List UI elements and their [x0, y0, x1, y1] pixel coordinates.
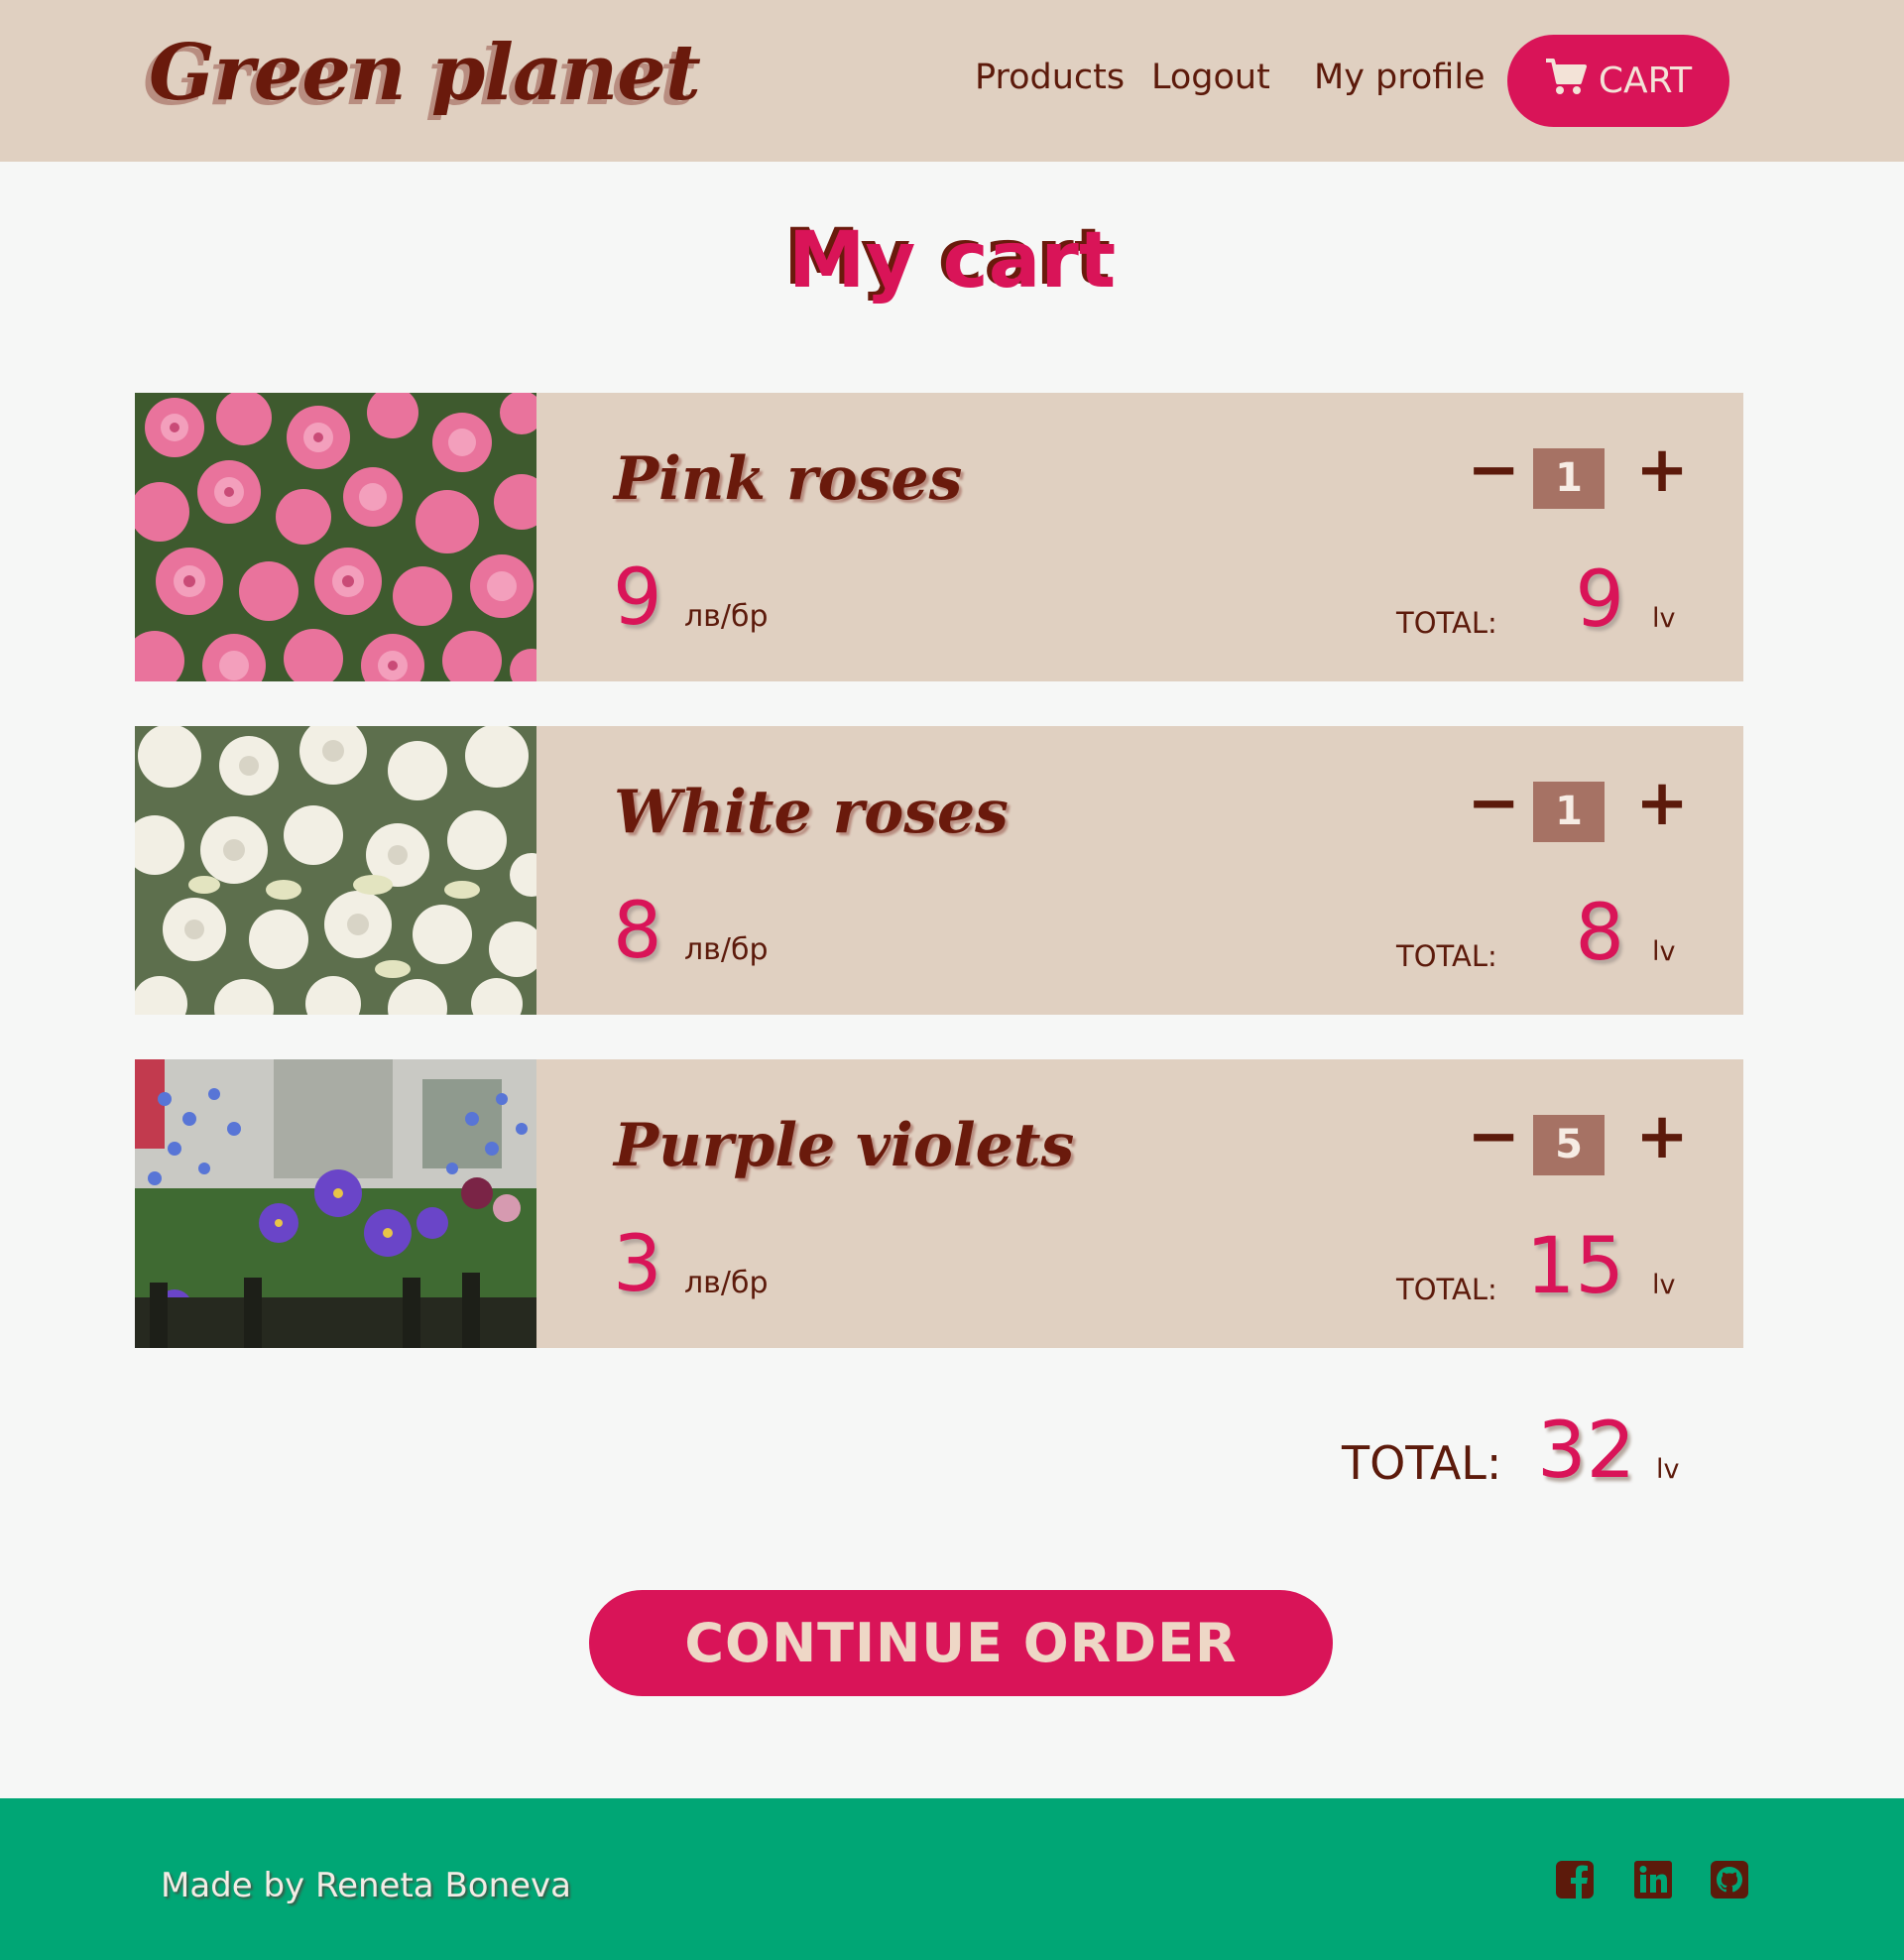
grand-total-label: TOTAL:: [1342, 1436, 1502, 1490]
item-total-value: 8: [1575, 889, 1624, 978]
quantity-value: 5: [1533, 1115, 1605, 1175]
product-image-pink-roses: [135, 393, 536, 681]
increase-quantity-button[interactable]: +: [1632, 772, 1692, 835]
facebook-icon[interactable]: [1555, 1860, 1595, 1899]
product-price: 9: [613, 553, 662, 643]
cart-item: Pink roses 9 лв/бр − 1 + TOTAL: 9 lv: [135, 393, 1743, 681]
footer: Made by Reneta Boneva: [0, 1798, 1904, 1960]
page-title: My cart: [787, 216, 1117, 306]
header: Green planet Products Logout My profile …: [0, 0, 1904, 162]
grand-total-value: 32: [1537, 1407, 1636, 1496]
cart-icon: [1545, 57, 1587, 105]
product-price-unit: лв/бр: [684, 599, 769, 634]
nav-logout-link[interactable]: Logout: [1151, 58, 1270, 97]
decrease-quantity-button[interactable]: −: [1464, 1105, 1523, 1168]
cart-button[interactable]: CART: [1507, 35, 1729, 127]
site-logo[interactable]: Green planet: [149, 28, 701, 118]
item-total-value: 9: [1575, 555, 1624, 645]
continue-order-button[interactable]: CONTINUE ORDER: [589, 1590, 1333, 1696]
cart-label: CART: [1598, 61, 1693, 101]
quantity-value: 1: [1533, 782, 1605, 842]
item-total-unit: lv: [1652, 1270, 1676, 1300]
linkedin-icon[interactable]: [1633, 1860, 1673, 1899]
product-price-unit: лв/бр: [684, 932, 769, 967]
nav-products-link[interactable]: Products: [975, 58, 1125, 97]
product-name: Pink roses: [614, 444, 963, 514]
product-name: White roses: [614, 778, 1009, 847]
quantity-value: 1: [1533, 448, 1605, 509]
product-image-purple-violets: [135, 1059, 536, 1348]
product-price-unit: лв/бр: [684, 1266, 769, 1300]
item-total-value: 15: [1525, 1222, 1624, 1311]
decrease-quantity-button[interactable]: −: [1464, 438, 1523, 502]
increase-quantity-button[interactable]: +: [1632, 438, 1692, 502]
increase-quantity-button[interactable]: +: [1632, 1105, 1692, 1168]
product-name: Purple violets: [614, 1111, 1075, 1180]
product-price: 8: [613, 887, 662, 976]
product-image-white-roses: [135, 726, 536, 1015]
cart-item: White roses 8 лв/бр − 1 + TOTAL: 8 lv: [135, 726, 1743, 1015]
footer-credit: Made by Reneta Boneva: [161, 1866, 571, 1905]
item-total-unit: lv: [1652, 936, 1676, 967]
item-total-label: TOTAL:: [1396, 606, 1497, 640]
item-total-label: TOTAL:: [1396, 939, 1497, 973]
nav-profile-link[interactable]: My profile: [1314, 58, 1486, 97]
item-total-label: TOTAL:: [1396, 1273, 1497, 1306]
decrease-quantity-button[interactable]: −: [1464, 772, 1523, 835]
product-price: 3: [613, 1220, 662, 1309]
grand-total-unit: lv: [1656, 1454, 1680, 1485]
cart-item: Purple violets 3 лв/бр − 5 + TOTAL: 15 l…: [135, 1059, 1743, 1348]
github-icon[interactable]: [1710, 1860, 1749, 1899]
item-total-unit: lv: [1652, 603, 1676, 634]
